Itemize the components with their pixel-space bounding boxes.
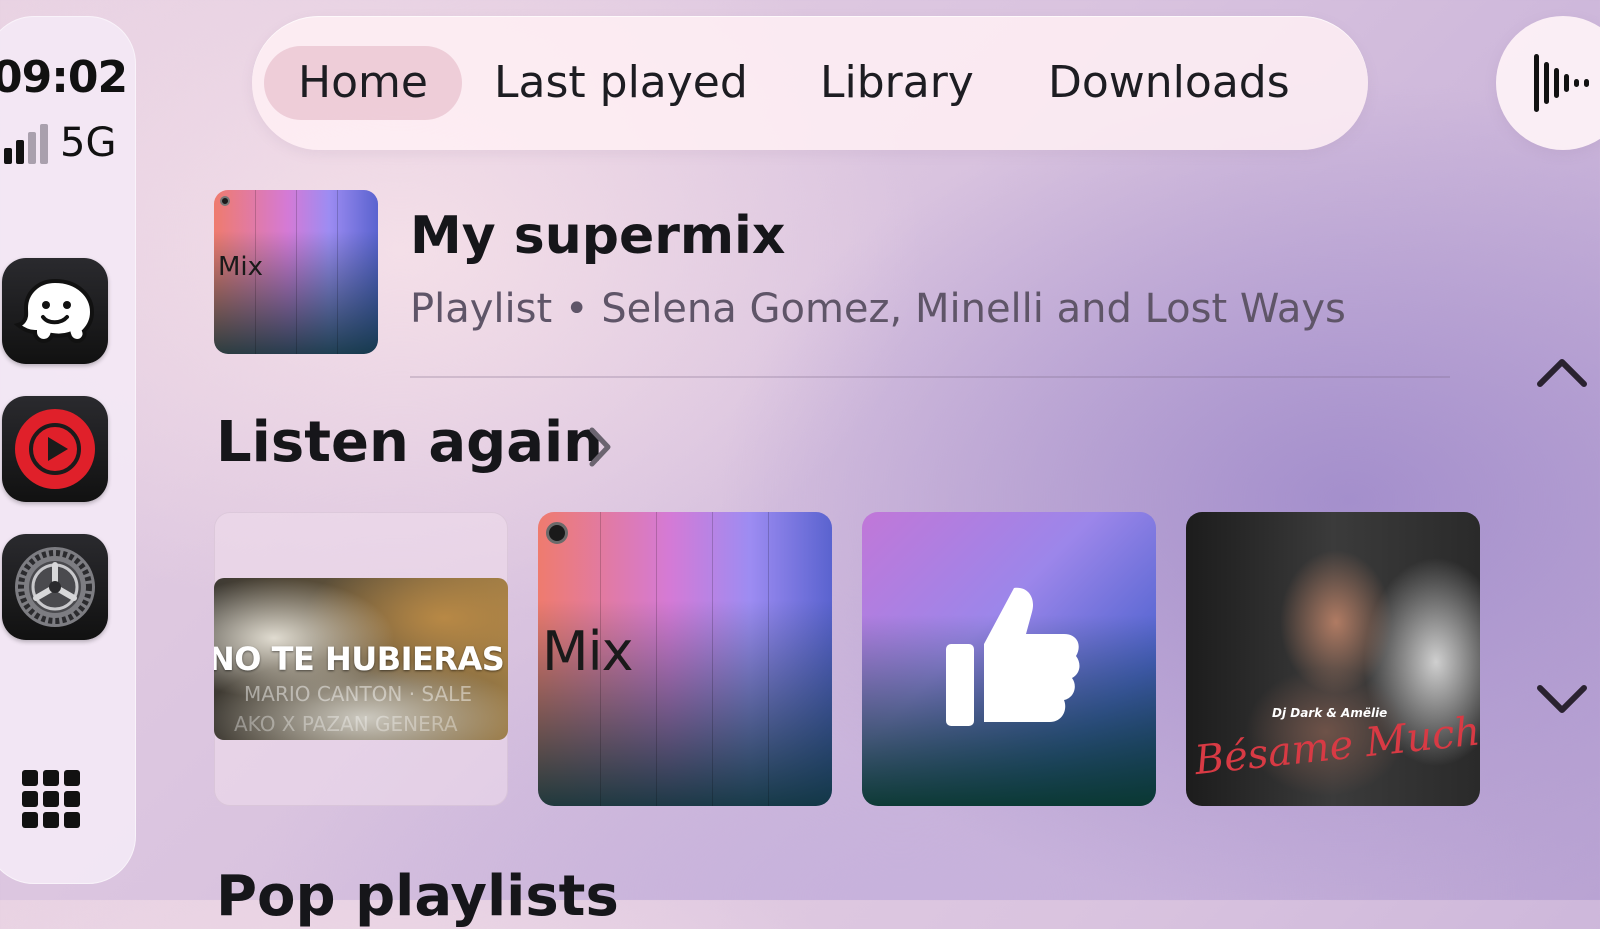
video-thumbnail: NO TE HUBIERAS I MARIO CANTON · SALE AKO… (214, 578, 508, 740)
listen-again-card-album[interactable]: Dj Dark & Amëlie Bésame Mucho (1186, 512, 1480, 806)
featured-subtitle: Playlist • Selena Gomez, Minelli and Los… (410, 286, 1346, 332)
thumbs-up-icon (946, 587, 1080, 726)
video-thumbnail-subtitle-2: AKO X PAZAN GENERA (234, 712, 458, 736)
status-time: 09:02 (0, 52, 128, 103)
listen-again-card-mix[interactable]: Mix (538, 512, 832, 806)
mix-card-label: Mix (542, 620, 634, 683)
settings-app-button[interactable] (2, 534, 108, 640)
album-artist: Dj Dark & Amëlie (1272, 706, 1388, 720)
featured-title[interactable]: My supermix (410, 206, 785, 266)
waze-app-button[interactable] (2, 258, 108, 364)
divider (410, 376, 1450, 378)
tab-bar: Home Last played Library Downloads (252, 16, 1368, 150)
mix-badge-icon (220, 196, 230, 206)
app-grid-icon (22, 770, 38, 786)
listen-again-heading[interactable]: Listen again (216, 410, 603, 475)
voice-waveform-icon (1534, 54, 1589, 112)
mix-badge-icon (546, 522, 568, 544)
mix-label: Mix (218, 252, 264, 282)
waze-icon (13, 278, 95, 344)
chevron-down-icon[interactable] (1534, 670, 1590, 726)
network-type: 5G (60, 120, 117, 166)
chevron-right-icon[interactable] (586, 424, 614, 470)
app-grid-button[interactable] (22, 770, 80, 828)
video-thumbnail-title: NO TE HUBIERAS I (214, 640, 508, 678)
listen-again-card-liked[interactable] (862, 512, 1156, 806)
voice-button[interactable] (1496, 16, 1600, 150)
chevron-up-icon[interactable] (1534, 346, 1590, 402)
listen-again-card-video[interactable]: NO TE HUBIERAS I MARIO CANTON · SALE AKO… (214, 512, 508, 806)
youtube-music-icon (15, 409, 95, 489)
tab-last-played[interactable]: Last played (460, 46, 782, 120)
tab-downloads[interactable]: Downloads (1014, 46, 1324, 120)
video-thumbnail-subtitle: MARIO CANTON · SALE (244, 682, 472, 706)
pop-playlists-heading[interactable]: Pop playlists (216, 864, 619, 929)
tab-home[interactable]: Home (264, 46, 462, 120)
supermix-thumbnail[interactable]: Mix (214, 190, 378, 354)
signal-icon (4, 124, 48, 164)
tab-library[interactable]: Library (786, 46, 1008, 120)
youtube-music-app-button[interactable] (2, 396, 108, 502)
gear-icon (15, 547, 95, 627)
